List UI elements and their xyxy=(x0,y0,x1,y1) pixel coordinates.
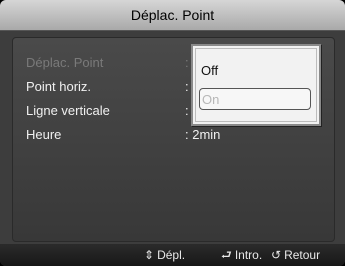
help-bar: ⇕ Dépl. ⮐ Intro. ↺ Retour xyxy=(0,244,345,266)
help-move: ⇕ Dépl. xyxy=(144,248,185,262)
option-popup: Off On xyxy=(191,44,321,126)
popup-option-off[interactable]: Off xyxy=(199,60,311,82)
menu-item-value: : xyxy=(185,55,189,70)
menu-item-value: : 2min xyxy=(185,127,221,142)
help-return-label: Retour xyxy=(284,248,321,262)
osd-window: Déplac. Point Déplac. Point : Point hori… xyxy=(0,0,345,266)
menu-item-label: Déplac. Point xyxy=(26,55,104,70)
menu-item-label: Heure xyxy=(26,127,62,142)
up-down-arrows-icon: ⇕ xyxy=(144,248,155,262)
enter-icon: ⮐ xyxy=(221,248,232,262)
help-enter: ⮐ Intro. xyxy=(221,248,262,262)
help-return: ↺ Retour xyxy=(271,248,320,262)
tv-osd-screen: Déplac. Point Déplac. Point : Point hori… xyxy=(0,0,345,266)
menu-item-heure[interactable]: Heure : 2min xyxy=(26,125,326,145)
menu-item-label: Ligne verticale xyxy=(26,103,110,118)
help-enter-label: Intro. xyxy=(234,248,263,262)
help-move-label: Dépl. xyxy=(157,248,186,262)
menu-item-value: : xyxy=(185,79,189,94)
menu-item-label: Point horiz. xyxy=(26,79,92,94)
window-title: Déplac. Point xyxy=(0,0,345,31)
menu-item-value: : xyxy=(185,103,189,118)
popup-option-on[interactable]: On xyxy=(199,88,311,110)
return-icon: ↺ xyxy=(271,248,282,262)
